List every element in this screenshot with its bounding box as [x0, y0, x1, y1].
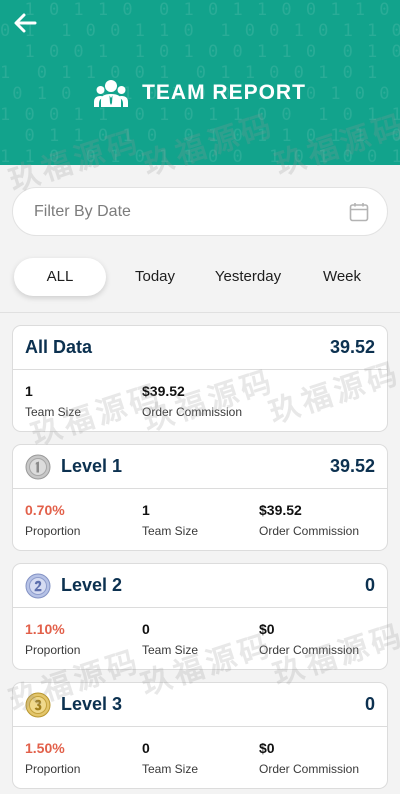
commission-label: Order Commission: [259, 524, 360, 538]
card-header: Level 1 39.52: [13, 445, 387, 489]
level-total: 0: [364, 575, 375, 595]
proportion-value: 1.10%: [25, 621, 65, 637]
card-stats: 0.70% Proportion 1 Team Size $39.52 Orde…: [13, 489, 387, 551]
tab-today[interactable]: Today: [120, 258, 190, 296]
commission-stat: $0 Order Commission: [259, 739, 359, 777]
team-size-label: Team Size: [142, 762, 199, 776]
card-stats: 1.50% Proportion 0 Team Size $0 Order Co…: [13, 727, 387, 789]
period-tabs: ALL Today Yesterday Week: [12, 258, 388, 296]
commission-value: $0: [259, 621, 275, 637]
card-header: Level 2 0: [13, 564, 387, 608]
proportion-label: Proportion: [25, 524, 81, 538]
level-name: Level 3: [61, 694, 123, 714]
page-title: TEAM REPORT: [142, 81, 306, 104]
page-title-group: TEAM REPORT: [0, 76, 400, 110]
level-name: Level 1: [61, 456, 123, 476]
back-button[interactable]: [10, 8, 40, 38]
tab-all[interactable]: ALL: [14, 258, 106, 296]
date-filter-field[interactable]: Filter By Date: [12, 187, 388, 236]
commission-stat: $39.52 Order Commission: [259, 501, 359, 539]
team-size-label: Team Size: [142, 643, 199, 657]
team-size-stat: 1 Team Size: [142, 501, 198, 539]
commission-label: Order Commission: [259, 762, 360, 776]
date-filter-placeholder: Filter By Date: [34, 202, 131, 220]
proportion-stat: 0.70% Proportion: [25, 501, 80, 539]
team-icon: [94, 80, 129, 107]
proportion-value: 0.70%: [25, 502, 65, 518]
team-size-stat: 0 Team Size: [142, 739, 198, 777]
commission-label: Order Commission: [259, 643, 360, 657]
team-size-value: 0: [142, 621, 150, 637]
level-1-medal-icon: [25, 454, 51, 479]
level-3-medal-icon: [25, 692, 51, 717]
divider: [0, 312, 400, 313]
card-header: Level 3 0: [13, 683, 387, 727]
commission-stat: $0 Order Commission: [259, 620, 359, 658]
proportion-stat: 1.10% Proportion: [25, 620, 80, 658]
arrow-left-icon: [14, 13, 37, 33]
level-name: Level 2: [61, 575, 123, 595]
commission-value: $39.52: [259, 502, 302, 518]
calendar-icon[interactable]: [349, 202, 369, 222]
card-title: All Data: [25, 337, 93, 357]
team-size-stat: 0 Team Size: [142, 620, 198, 658]
card-total: 39.52: [329, 337, 375, 357]
team-size-value: 1: [25, 383, 33, 399]
team-size-label: Team Size: [25, 405, 82, 419]
card-stats: 1 Team Size $39.52 Order Commission: [13, 370, 387, 432]
proportion-value: 1.50%: [25, 740, 65, 756]
proportion-stat: 1.50% Proportion: [25, 739, 80, 777]
level-2-medal-icon: [25, 573, 51, 598]
level-3-card[interactable]: Level 3 0 1.50% Proportion 0 Team Size $…: [12, 682, 388, 789]
team-size-stat: 1 Team Size: [25, 382, 81, 420]
team-size-label: Team Size: [142, 524, 199, 538]
level-total: 0: [364, 694, 375, 714]
commission-stat: $39.52 Order Commission: [142, 382, 242, 420]
proportion-label: Proportion: [25, 643, 81, 657]
card-header: All Data 39.52: [13, 326, 387, 370]
tab-week[interactable]: Week: [312, 258, 372, 296]
level-1-card[interactable]: Level 1 39.52 0.70% Proportion 1 Team Si…: [12, 444, 388, 551]
header: 1 0 1 1 0 0 1 0 1 1 0 0 1 1 0 1 0 0 1 0 …: [0, 0, 400, 165]
team-size-value: 0: [142, 740, 150, 756]
proportion-label: Proportion: [25, 762, 81, 776]
all-data-card: All Data 39.52 1 Team Size $39.52 Order …: [12, 325, 388, 432]
level-total: 39.52: [329, 456, 375, 476]
tab-yesterday[interactable]: Yesterday: [208, 258, 288, 296]
commission-label: Order Commission: [142, 405, 243, 419]
card-stats: 1.10% Proportion 0 Team Size $0 Order Co…: [13, 608, 387, 670]
team-size-value: 1: [142, 502, 150, 518]
commission-value: $0: [259, 740, 275, 756]
level-2-card[interactable]: Level 2 0 1.10% Proportion 0 Team Size $…: [12, 563, 388, 670]
commission-value: $39.52: [142, 383, 185, 399]
